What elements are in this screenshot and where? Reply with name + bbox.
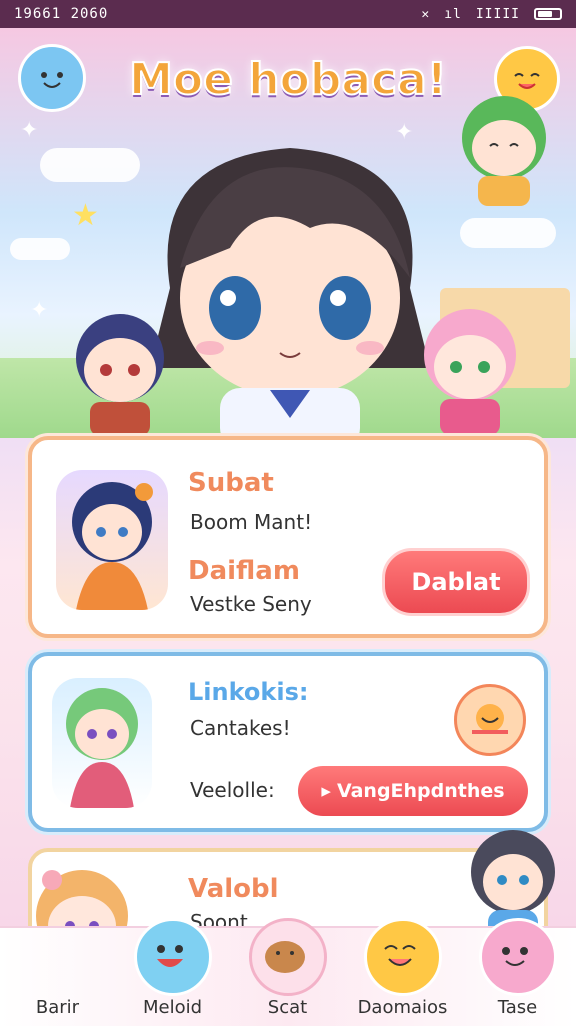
pink-hair-character: [424, 309, 516, 435]
sparkle-icon: ✦: [20, 118, 39, 143]
nav-item-barir[interactable]: Barir: [0, 928, 115, 1026]
card-action-button[interactable]: Dablat: [382, 548, 530, 616]
nav-label: Barir: [35, 997, 80, 1018]
card-heading: Valobl: [188, 874, 279, 904]
blue-hair-character: [76, 314, 164, 436]
card-subheading: Daiflam: [188, 556, 300, 586]
sparkle-icon: ✦: [30, 298, 49, 323]
card-avatar: [52, 678, 152, 808]
card-link-button[interactable]: ▸ VangEhpdnthes: [298, 766, 528, 816]
nav-label: Meloid: [142, 997, 203, 1018]
bottom-nav: Barir Meloid Scat Daomaios Tase: [0, 918, 576, 1026]
battery-icon: [534, 8, 562, 20]
green-hair-character: [462, 96, 546, 206]
card-link-label: VangEhpdnthes: [336, 780, 505, 802]
signal-icon: ıl: [444, 6, 462, 22]
play-icon: ▸: [321, 780, 331, 802]
cookie-icon: [248, 918, 327, 996]
card-text: Boom Mant!: [190, 510, 313, 534]
status-bar: 19661 2060 ✕ ıl IIIII: [0, 0, 576, 28]
nav-item-daomaios[interactable]: Daomaios: [345, 918, 460, 1026]
card-text: Cantakes!: [190, 716, 291, 740]
card-label: Veelolle:: [190, 778, 275, 802]
nav-item-scat[interactable]: Scat: [230, 918, 345, 1026]
orange-blob-icon: [363, 918, 442, 996]
mute-icon: ✕: [421, 6, 431, 22]
pink-blob-icon: [478, 918, 557, 996]
star-icon: ★: [72, 198, 99, 233]
cloud-icon: [460, 218, 556, 248]
card-heading: Subat: [188, 468, 274, 498]
status-time: 19661 2060: [14, 6, 109, 22]
nav-label: Daomaios: [357, 997, 448, 1018]
feature-card-1[interactable]: Subat Boom Mant! Daiflam Vestke Seny Dab…: [28, 436, 548, 638]
nav-label: Scat: [267, 997, 308, 1018]
nav-label: Tase: [497, 997, 538, 1018]
card-subtext: Vestke Seny: [190, 592, 312, 616]
orange-smile-icon: [454, 684, 526, 756]
cloud-icon: [10, 238, 70, 260]
hero-banner: ★ ✦ ✦ ✦ Moe hobaca!: [0, 28, 576, 438]
card-heading: Linkokis:: [188, 678, 309, 706]
nav-item-meloid[interactable]: Meloid: [115, 918, 230, 1026]
network-icon: IIIII: [475, 6, 520, 22]
nav-item-tase[interactable]: Tase: [460, 918, 575, 1026]
blue-blob-icon: [133, 918, 212, 996]
card-avatar: [56, 470, 168, 610]
feature-card-2[interactable]: Linkokis: Cantakes! Veelolle: ▸ VangEhpd…: [28, 652, 548, 832]
